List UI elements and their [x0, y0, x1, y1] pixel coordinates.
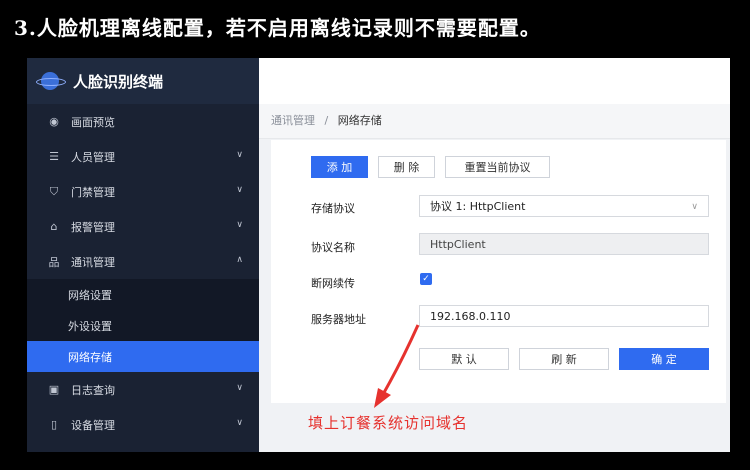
annotation-arrow: [374, 324, 420, 408]
annotation-text: 填上订餐系统访问域名: [308, 414, 469, 432]
annotation-arrow-line: [380, 324, 420, 397]
annotation-arrow-head: [374, 388, 391, 408]
